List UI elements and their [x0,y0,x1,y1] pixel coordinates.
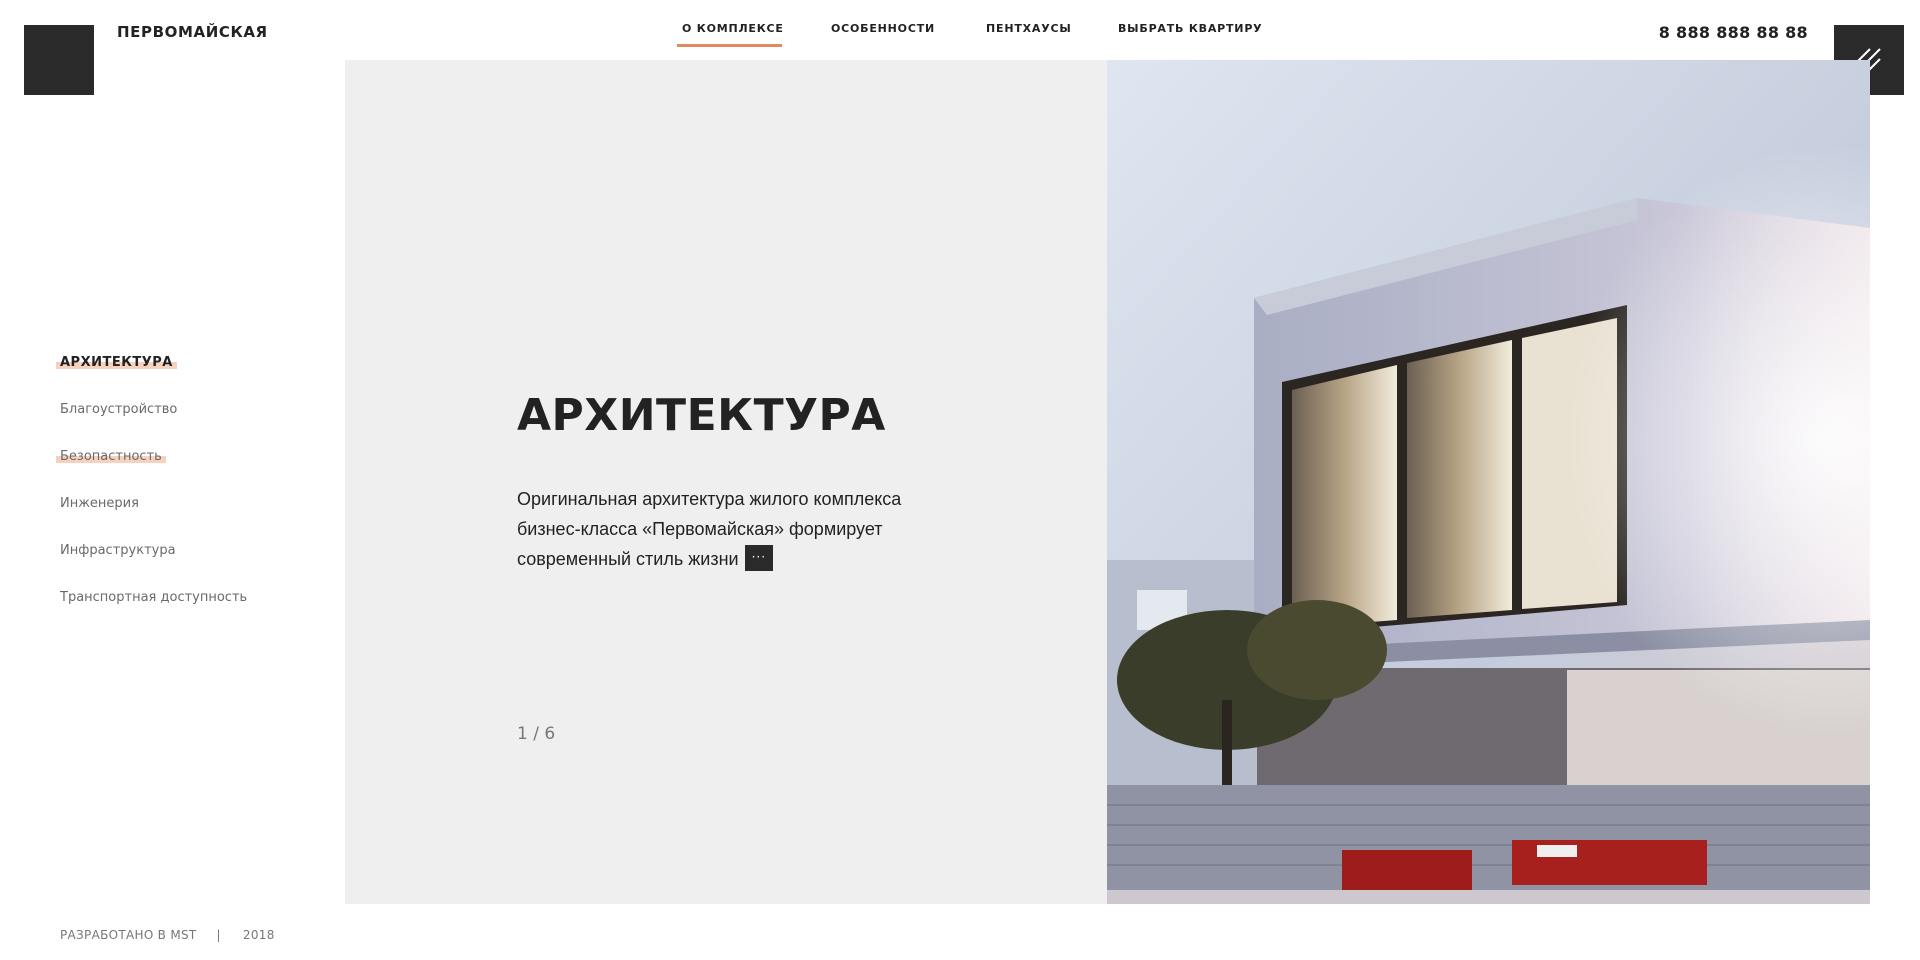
more-button[interactable]: ··· [744,545,773,572]
more-dots-icon: ··· [751,550,767,565]
nav-active-underline [677,44,782,47]
footer-separator: | [216,928,221,942]
architecture-photo [1107,60,1870,904]
slide-pager: 1 / 6 [517,724,556,744]
phone-number[interactable]: 8 888 888 88 88 [1659,23,1808,42]
page-title: АРХИТЕКТУРА [517,390,886,441]
sidebar-item-infrastructure[interactable]: Инфраструктура [60,543,176,558]
top-navigation: О КОМПЛЕКСЕ ОСОБЕННОСТИ ПЕНТХАУСЫ ВЫБРАТ… [0,0,1920,60]
sidebar-item-transport[interactable]: Транспортная доступность [60,590,247,605]
nav-item-features[interactable]: ОСОБЕННОСТИ [831,22,935,35]
sidebar-item-security[interactable]: Безопастность [56,449,166,464]
section-description: Оригинальная архитектура жилого комплекс… [517,484,937,574]
nav-item-choose-apartment[interactable]: ВЫБРАТЬ КВАРТИРУ [1118,22,1262,35]
content-panel [345,60,1107,904]
footer-credit[interactable]: РАЗРАБОТАНО В MST [60,928,197,942]
sidebar-item-label: Безопастность [56,449,166,464]
sidebar-item-engineering[interactable]: Инженерия [60,496,139,511]
sidebar-item-label: АРХИТЕКТУРА [56,355,177,370]
footer: РАЗРАБОТАНО В MST | 2018 [60,928,275,942]
footer-year: 2018 [242,928,275,942]
description-text: Оригинальная архитектура жилого комплекс… [517,489,902,569]
sidebar-item-landscaping[interactable]: Благоустройство [60,402,177,417]
nav-item-about[interactable]: О КОМПЛЕКСЕ [682,22,784,35]
sidebar-item-architecture[interactable]: АРХИТЕКТУРА [56,355,177,370]
nav-item-penthouses[interactable]: ПЕНТХАУСЫ [986,22,1072,35]
